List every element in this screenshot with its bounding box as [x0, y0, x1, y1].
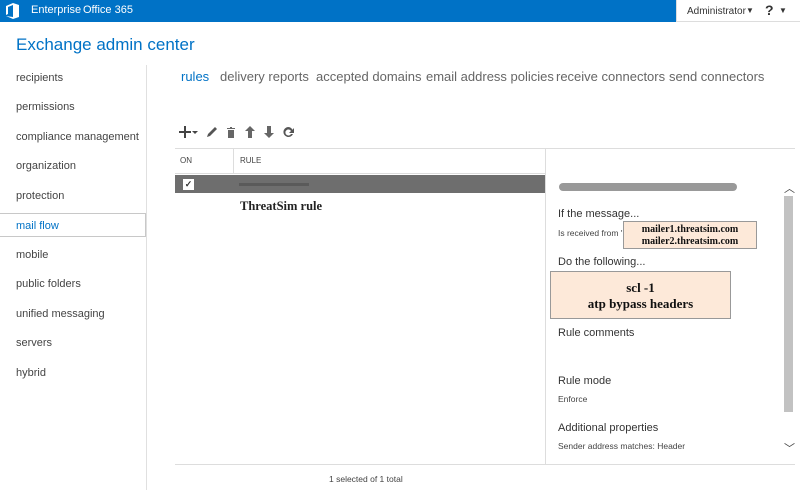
if-heading: If the message...: [558, 208, 640, 220]
topbar-link-office365[interactable]: Office 365: [83, 4, 133, 16]
sidebar-item-mobile[interactable]: mobile: [0, 243, 146, 267]
refresh-icon[interactable]: [280, 124, 296, 140]
selection-count: 1 selected of 1 total: [329, 474, 403, 484]
chevron-down-icon[interactable]: ﹀: [784, 440, 795, 456]
sidebar-item-public-folders[interactable]: public folders: [0, 272, 146, 296]
column-divider: [233, 149, 234, 173]
user-menu-button[interactable]: Administrator: [687, 6, 746, 17]
table-row[interactable]: ✓: [175, 175, 545, 193]
delete-icon[interactable]: [223, 124, 239, 140]
callout-line: atp bypass headers: [587, 296, 694, 311]
help-button[interactable]: ?: [765, 2, 774, 18]
sidebar-item-mail-flow[interactable]: mail flow: [0, 213, 146, 237]
redacted-rule-title: [559, 183, 737, 191]
sidebar-item-recipients[interactable]: recipients: [0, 66, 146, 90]
tab-send-connectors[interactable]: send connectors: [669, 69, 764, 84]
list-header: ON RULE: [175, 149, 545, 174]
actions-callout: scl -1 atp bypass headers: [550, 271, 731, 319]
props-heading: Additional properties: [558, 422, 659, 434]
comments-heading: Rule comments: [558, 327, 635, 339]
mode-value: Enforce: [558, 394, 588, 404]
sidebar-item-compliance-management[interactable]: compliance management: [0, 125, 146, 149]
details-scrollbar[interactable]: ︿ ﹀: [782, 178, 796, 462]
rule-annotation: ThreatSim rule: [240, 199, 323, 213]
redacted-rule-name: [239, 183, 309, 186]
tab-accepted-domains[interactable]: accepted domains: [316, 69, 422, 84]
status-bar: 1 selected of 1 total: [175, 464, 795, 491]
chevron-down-icon[interactable]: ▼: [779, 6, 787, 15]
tab-delivery-reports[interactable]: delivery reports: [220, 69, 309, 84]
column-header-rule[interactable]: RULE: [240, 156, 261, 165]
rule-enabled-checkbox[interactable]: ✓: [183, 179, 194, 190]
sidebar-item-permissions[interactable]: permissions: [0, 95, 146, 119]
if-value: Is received from ': [558, 228, 623, 238]
callout-line: scl -1: [626, 280, 655, 295]
callout-line: mailer1.threatsim.com: [641, 224, 739, 235]
sidebar-divider: [146, 65, 147, 490]
props-value: Sender address matches: Header: [558, 441, 686, 451]
do-heading: Do the following...: [558, 256, 646, 268]
arrow-down-icon[interactable]: [261, 124, 277, 140]
callout-line: mailer2.threatsim.com: [641, 236, 739, 247]
ips-callout: mailer1.threatsim.com mailer2.threatsim.…: [623, 221, 757, 249]
sidebar-item-servers[interactable]: servers: [0, 331, 146, 355]
top-bar: Enterprise Office 365 Administrator ▼ ? …: [0, 0, 800, 22]
sidebar-item-organization[interactable]: organization: [0, 154, 146, 178]
user-menu-area: Administrator ▼ ? ▼: [676, 0, 800, 22]
sidebar-item-unified-messaging[interactable]: unified messaging: [0, 302, 146, 326]
tab-email-address-policies[interactable]: email address policies: [426, 69, 554, 84]
arrow-up-icon[interactable]: [242, 124, 258, 140]
sidebar-item-hybrid[interactable]: hybrid: [0, 361, 146, 385]
sidebar-item-protection[interactable]: protection: [0, 184, 146, 208]
page-title: Exchange admin center: [16, 35, 195, 54]
column-header-on[interactable]: ON: [180, 156, 192, 165]
scrollbar-thumb[interactable]: [784, 196, 793, 412]
tab-rules[interactable]: rules: [181, 69, 209, 84]
chevron-down-icon[interactable]: [191, 124, 199, 140]
topbar-link-enterprise[interactable]: Enterprise: [31, 4, 81, 16]
chevron-up-icon[interactable]: ︿: [784, 180, 795, 196]
chevron-down-icon[interactable]: ▼: [746, 6, 754, 15]
mode-heading: Rule mode: [558, 375, 612, 387]
details-pane: If the message... Is received from ' mai…: [546, 170, 782, 460]
tab-receive-connectors[interactable]: receive connectors: [556, 69, 665, 84]
office-logo-icon: [6, 3, 19, 19]
edit-icon[interactable]: [204, 124, 220, 140]
